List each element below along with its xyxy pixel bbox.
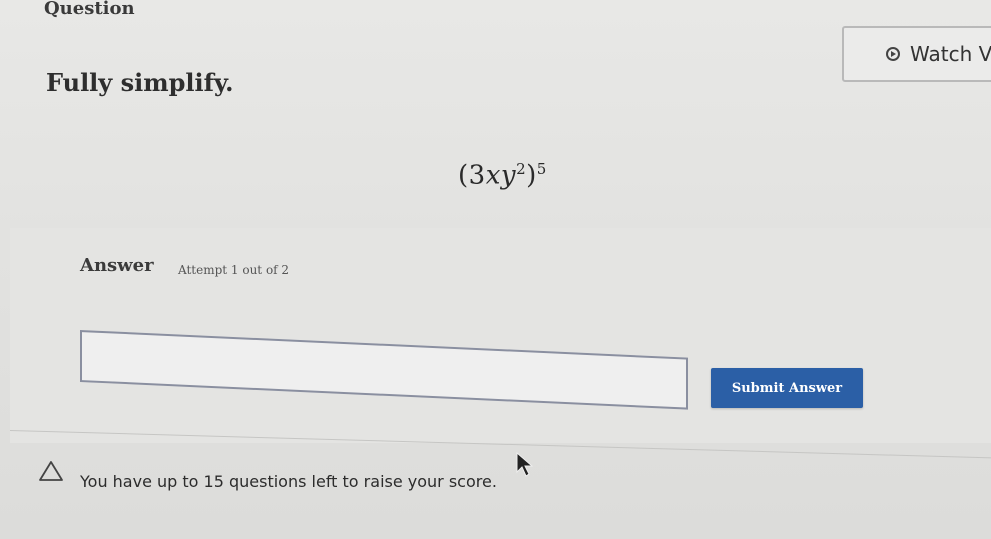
open-paren: ( [458,160,469,191]
question-prompt: Fully simplify. [46,68,234,97]
close-paren: ) [526,160,537,191]
play-circle-icon [886,47,900,61]
math-expression: (3xy2)5 [458,160,547,191]
mouse-cursor-icon [516,452,534,478]
watch-video-label: Watch V [910,42,991,66]
coefficient: 3 [468,160,486,191]
variable-x: x [485,160,501,191]
questions-remaining-notice: You have up to 15 questions left to rais… [38,460,497,491]
watch-video-button[interactable]: Watch V [842,26,991,82]
attempt-counter: Attempt 1 out of 2 [178,263,290,277]
answer-heading: Answer [80,255,154,276]
section-title: Question [44,0,135,19]
notice-text: You have up to 15 questions left to rais… [80,471,497,491]
variable-y: y [500,160,517,191]
outer-exponent: 5 [536,160,547,178]
question-page: Question Watch V Fully simplify. (3xy2)5… [0,0,991,539]
submit-answer-button[interactable]: Submit Answer [711,368,863,408]
warning-triangle-icon [38,460,64,482]
y-exponent: 2 [516,160,527,178]
